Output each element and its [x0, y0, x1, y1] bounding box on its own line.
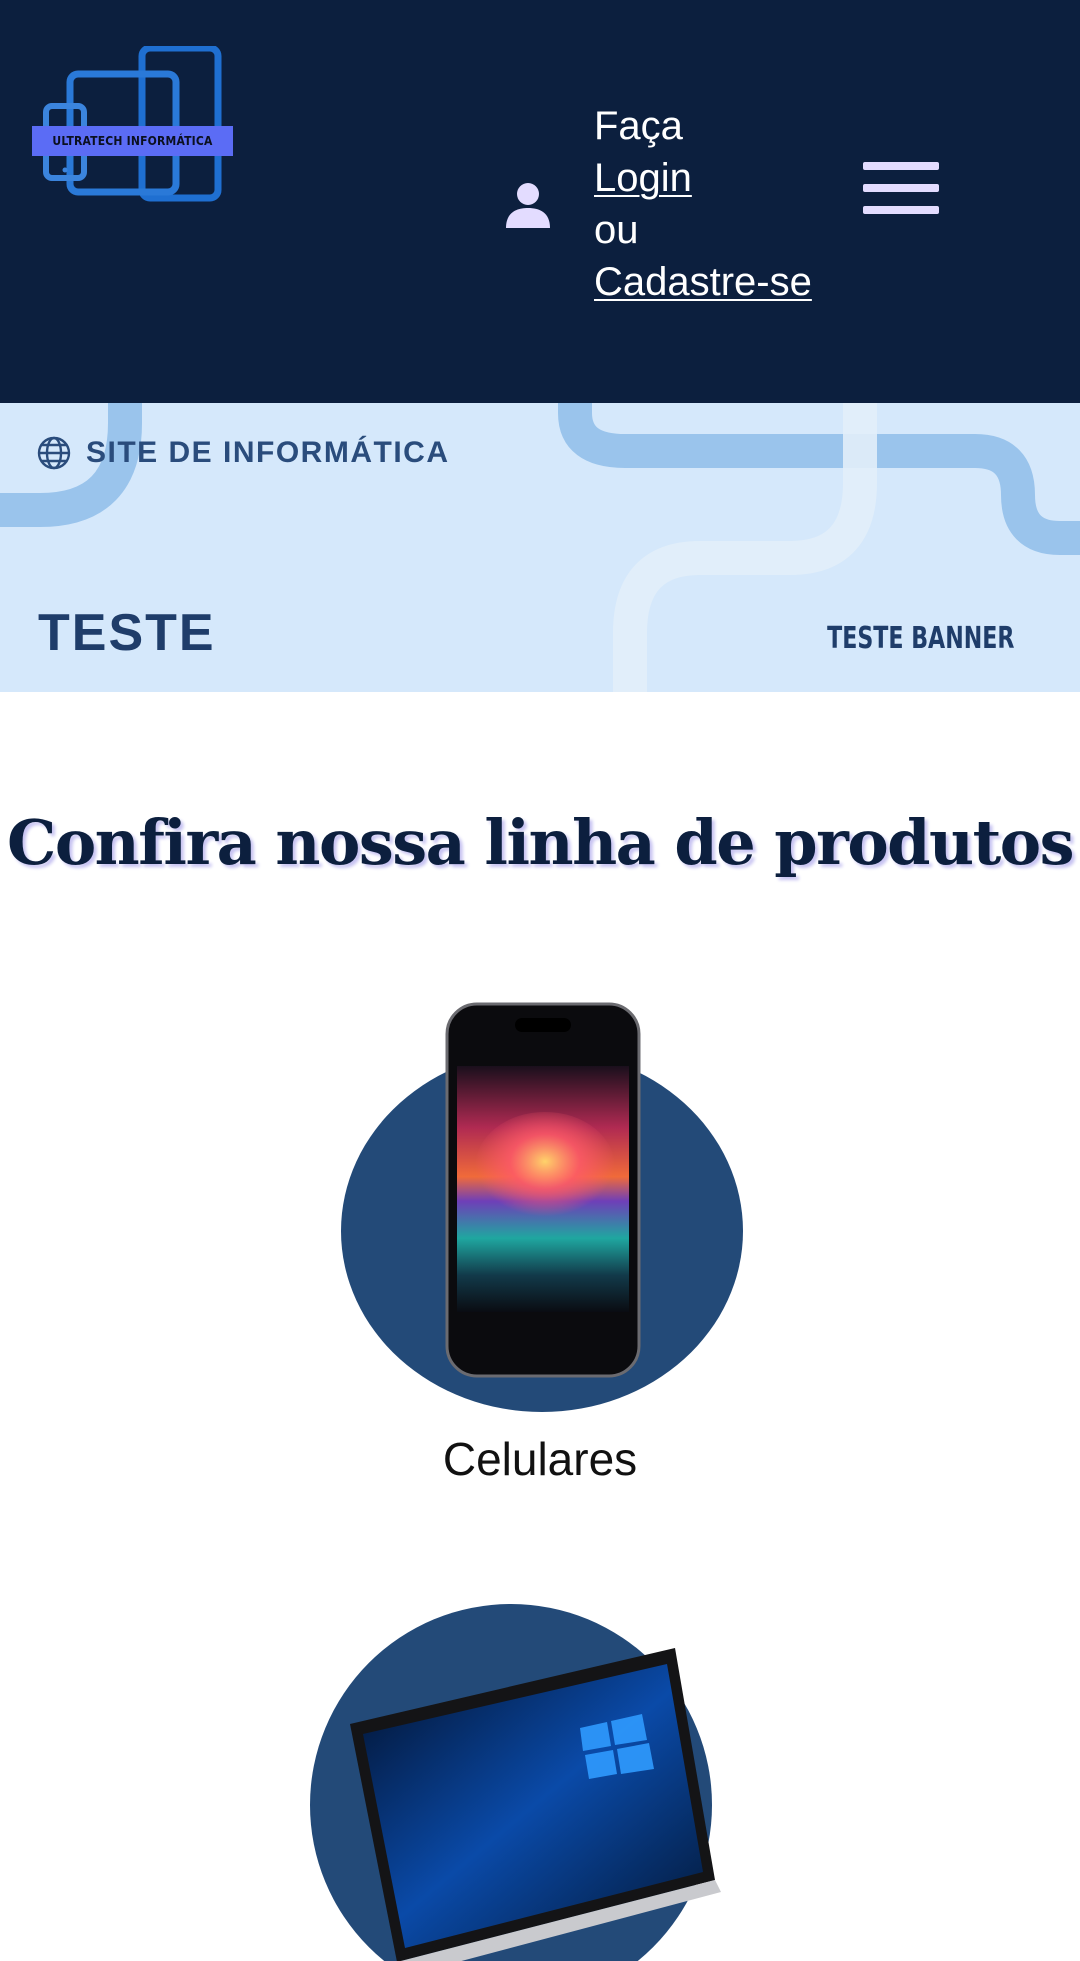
login-prompt: Faça Login ou Cadastre-se [594, 100, 854, 308]
site-header: ULTRATECH INFORMÁTICA Faça Login ou Cada… [0, 0, 1080, 403]
signup-link[interactable]: Cadastre-se [594, 260, 812, 304]
banner-title: TESTE [38, 604, 216, 662]
products-section-title: Confira nossa linha de produtos [6, 806, 1075, 879]
smartphone-image [445, 1002, 641, 1378]
product-card-celulares[interactable]: Celulares [330, 1000, 750, 1500]
laptop-image [350, 1648, 721, 1961]
banner-tag-text: SITE DE INFORMÁTICA [86, 436, 450, 469]
hamburger-menu-icon[interactable] [863, 160, 939, 216]
banner-subtitle: TESTE BANNER [826, 621, 1014, 656]
user-icon[interactable] [503, 180, 553, 230]
hero-banner: SITE DE INFORMÁTICA TESTE TESTE BANNER [0, 403, 1080, 692]
logo-text: ULTRATECH INFORMÁTICA [32, 126, 233, 156]
login-prefix: Faça [594, 104, 683, 148]
site-logo[interactable]: ULTRATECH INFORMÁTICA [30, 46, 235, 206]
login-link[interactable]: Login [594, 156, 692, 200]
login-or: ou [594, 208, 639, 252]
globe-icon [37, 436, 71, 470]
product-card-notebooks[interactable] [300, 1600, 780, 1961]
product-label: Celulares [442, 1433, 638, 1485]
banner-tag: SITE DE INFORMÁTICA [36, 433, 450, 473]
